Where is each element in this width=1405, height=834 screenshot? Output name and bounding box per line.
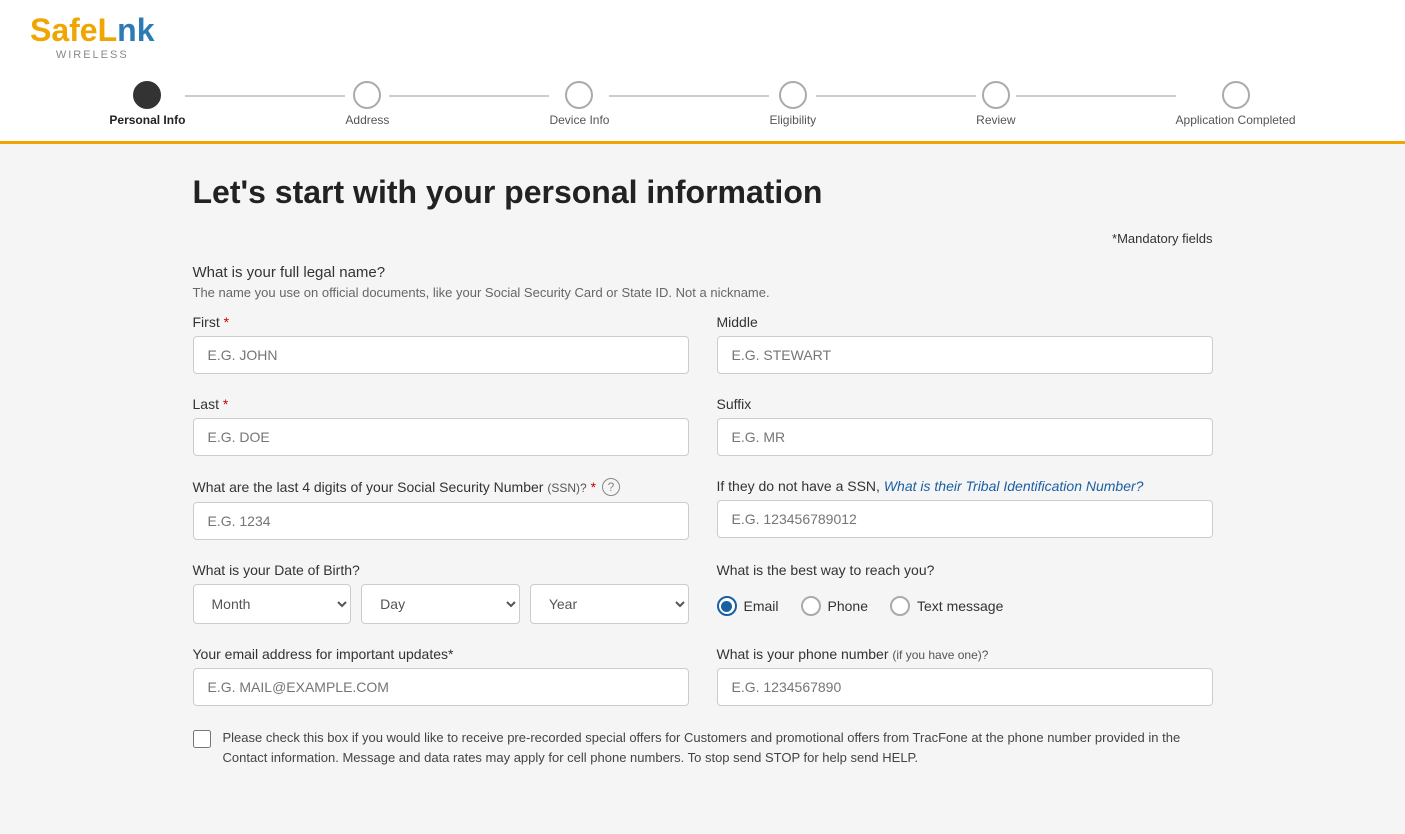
step-label-review: Review — [976, 113, 1015, 127]
step-address: Address — [345, 81, 389, 127]
ssn-label: What are the last 4 digits of your Socia… — [193, 479, 597, 495]
last-name-label: Last * — [193, 396, 689, 412]
ssn-row: What are the last 4 digits of your Socia… — [193, 478, 1213, 540]
suffix-input[interactable] — [717, 418, 1213, 456]
dob-contact-row: What is your Date of Birth? Month Januar… — [193, 562, 1213, 624]
mandatory-note: *Mandatory fields — [193, 231, 1213, 246]
first-name-input[interactable] — [193, 336, 689, 374]
radio-phone-label: Phone — [828, 598, 868, 614]
phone-input[interactable] — [717, 668, 1213, 706]
tribal-id-group: If they do not have a SSN, What is their… — [717, 478, 1213, 540]
dob-group: What is your Date of Birth? Month Januar… — [193, 562, 689, 624]
middle-name-label: Middle — [717, 314, 1213, 330]
day-select[interactable]: Day — [361, 584, 520, 624]
last-name-input[interactable] — [193, 418, 689, 456]
step-circle-address — [353, 81, 381, 109]
radio-text-icon — [890, 596, 910, 616]
promo-checkbox-text: Please check this box if you would like … — [223, 728, 1213, 767]
contact-reach-group: What is the best way to reach you? Email… — [717, 562, 1213, 624]
radio-email-label: Email — [744, 598, 779, 614]
tribal-id-label: If they do not have a SSN, What is their… — [717, 478, 1213, 494]
step-label-eligibility: Eligibility — [769, 113, 816, 127]
radio-text-label: Text message — [917, 598, 1003, 614]
step-label-device-info: Device Info — [549, 113, 609, 127]
step-circle-application-completed — [1222, 81, 1250, 109]
first-name-group: First * — [193, 314, 689, 374]
logo-link: nk — [117, 12, 154, 48]
middle-name-group: Middle — [717, 314, 1213, 374]
radio-email[interactable]: Email — [717, 596, 779, 616]
name-section-subtitle: The name you use on official documents, … — [193, 285, 1213, 300]
last-name-group: Last * — [193, 396, 689, 456]
dob-selects: Month JanuaryFebruaryMarch AprilMayJune … — [193, 584, 689, 624]
step-line-4 — [816, 95, 976, 97]
step-review: Review — [976, 81, 1015, 127]
header: SafeLnk WIRELESS Personal Info Address D… — [0, 0, 1405, 144]
radio-email-icon — [717, 596, 737, 616]
step-circle-device-info — [565, 81, 593, 109]
step-eligibility: Eligibility — [769, 81, 816, 127]
logo-safe: SafeL — [30, 12, 117, 48]
progress-bar: Personal Info Address Device Info Eligib… — [30, 71, 1375, 141]
month-select[interactable]: Month JanuaryFebruaryMarch AprilMayJune … — [193, 584, 352, 624]
radio-text[interactable]: Text message — [890, 596, 1003, 616]
step-line-1 — [185, 95, 345, 97]
logo-wireless: WIRELESS — [30, 49, 154, 61]
radio-phone-icon — [801, 596, 821, 616]
main-content: Let's start with your personal informati… — [153, 144, 1253, 797]
step-device-info: Device Info — [549, 81, 609, 127]
promo-checkbox[interactable] — [193, 730, 211, 748]
first-name-label: First * — [193, 314, 689, 330]
step-circle-review — [982, 81, 1010, 109]
year-select[interactable]: Year — [530, 584, 689, 624]
step-personal-info: Personal Info — [109, 81, 185, 127]
ssn-group: What are the last 4 digits of your Socia… — [193, 478, 689, 540]
ssn-input[interactable] — [193, 502, 689, 540]
step-label-application-completed: Application Completed — [1176, 113, 1296, 127]
suffix-group: Suffix — [717, 396, 1213, 456]
name-row: First * Middle — [193, 314, 1213, 374]
email-label: Your email address for important updates… — [193, 646, 689, 662]
step-line-3 — [609, 95, 769, 97]
step-line-2 — [389, 95, 549, 97]
radio-group: Email Phone Text message — [717, 596, 1213, 616]
email-group: Your email address for important updates… — [193, 646, 689, 706]
suffix-label: Suffix — [717, 396, 1213, 412]
logo: SafeLnk WIRELESS — [30, 12, 1375, 61]
contact-reach-label: What is the best way to reach you? — [717, 562, 1213, 578]
email-input[interactable] — [193, 668, 689, 706]
page-title: Let's start with your personal informati… — [193, 174, 1213, 211]
step-circle-eligibility — [779, 81, 807, 109]
ssn-label-row: What are the last 4 digits of your Socia… — [193, 478, 689, 496]
step-line-5 — [1016, 95, 1176, 97]
step-circle-personal-info — [133, 81, 161, 109]
step-label-address: Address — [345, 113, 389, 127]
tribal-id-input[interactable] — [717, 500, 1213, 538]
step-label-personal-info: Personal Info — [109, 113, 185, 127]
phone-group: What is your phone number (if you have o… — [717, 646, 1213, 706]
email-phone-row: Your email address for important updates… — [193, 646, 1213, 706]
ssn-help-icon[interactable]: ? — [602, 478, 620, 496]
promo-checkbox-row: Please check this box if you would like … — [193, 728, 1213, 767]
step-application-completed: Application Completed — [1176, 81, 1296, 127]
dob-label: What is your Date of Birth? — [193, 562, 689, 578]
phone-label: What is your phone number (if you have o… — [717, 646, 1213, 662]
middle-name-input[interactable] — [717, 336, 1213, 374]
radio-phone[interactable]: Phone — [801, 596, 868, 616]
last-suffix-row: Last * Suffix — [193, 396, 1213, 456]
name-section-title: What is your full legal name? — [193, 264, 1213, 281]
